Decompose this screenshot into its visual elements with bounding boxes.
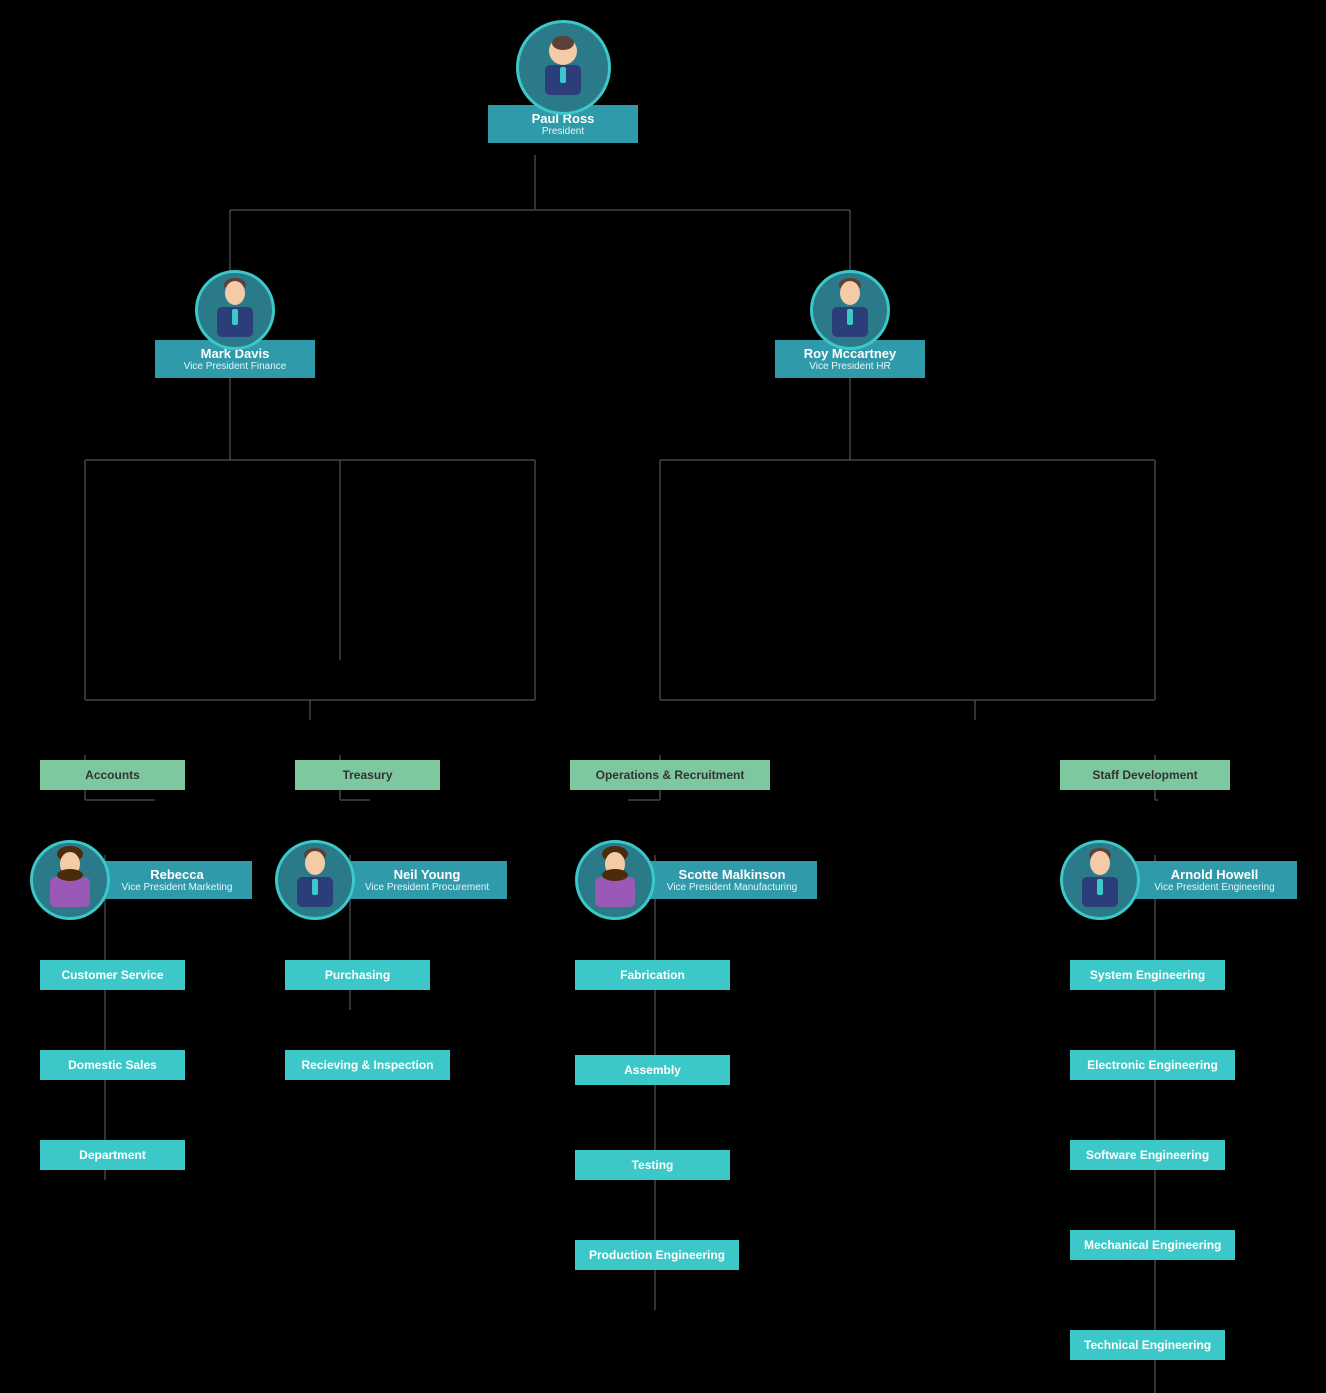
dept-testing: Testing [575, 1150, 730, 1180]
avatar-neil [275, 840, 355, 920]
avatar-icon-paul [533, 33, 593, 103]
dept-technical-engineering: Technical Engineering [1070, 1330, 1225, 1360]
person-scotte-malkinson: Scotte Malkinson Vice President Manufact… [575, 840, 817, 920]
dept-receiving-inspection: Recieving & Inspection [285, 1050, 450, 1080]
arnold-name: Arnold Howell [1144, 867, 1285, 882]
person-rebecca: Rebecca Vice President Marketing [30, 840, 252, 920]
neil-name: Neil Young [359, 867, 495, 882]
person-paul-ross: Paul Ross President [488, 20, 638, 143]
roy-title: Vice President HR [787, 361, 913, 372]
person-neil-young: Neil Young Vice President Procurement [275, 840, 507, 920]
dept-mechanical-engineering: Mechanical Engineering [1070, 1230, 1235, 1260]
avatar-scotte [575, 840, 655, 920]
scotte-title: Vice President Manufacturing [659, 882, 805, 893]
neil-label: Neil Young Vice President Procurement [347, 861, 507, 899]
dept-customer-service: Customer Service [40, 960, 185, 990]
avatar-rebecca [30, 840, 110, 920]
connector-lines [0, 0, 1326, 1393]
person-arnold-howell: Arnold Howell Vice President Engineering [1060, 840, 1297, 920]
person-mark-davis: Mark Davis Vice President Finance [155, 270, 315, 378]
avatar-roy [810, 270, 890, 350]
avatar-icon-roy [820, 275, 880, 345]
dept-treasury: Treasury [295, 760, 440, 790]
arnold-label: Arnold Howell Vice President Engineering [1132, 861, 1297, 899]
dept-electronic-engineering: Electronic Engineering [1070, 1050, 1235, 1080]
mark-title: Vice President Finance [167, 361, 303, 372]
rebecca-label: Rebecca Vice President Marketing [102, 861, 252, 899]
neil-title: Vice President Procurement [359, 882, 495, 893]
dept-operations: Operations & Recruitment [570, 760, 770, 790]
dept-software-engineering: Software Engineering [1070, 1140, 1225, 1170]
dept-system-engineering: System Engineering [1070, 960, 1225, 990]
person-roy-mccartney: Roy Mccartney Vice President HR [775, 270, 925, 378]
arnold-title: Vice President Engineering [1144, 882, 1285, 893]
rebecca-name: Rebecca [114, 867, 240, 882]
avatar-arnold [1060, 840, 1140, 920]
dept-purchasing: Purchasing [285, 960, 430, 990]
avatar-icon-scotte [585, 845, 645, 915]
paul-title: President [500, 126, 626, 137]
dept-assembly: Assembly [575, 1055, 730, 1085]
scotte-label: Scotte Malkinson Vice President Manufact… [647, 861, 817, 899]
avatar-icon-rebecca [40, 845, 100, 915]
dept-production-engineering: Production Engineering [575, 1240, 739, 1270]
dept-staff-development: Staff Development [1060, 760, 1230, 790]
avatar-icon-arnold [1070, 845, 1130, 915]
rebecca-title: Vice President Marketing [114, 882, 240, 893]
avatar-paul [516, 20, 611, 115]
avatar-icon-mark [205, 275, 265, 345]
avatar-mark [195, 270, 275, 350]
org-chart: Paul Ross President Mark Davis Vice Pres… [0, 0, 1326, 1393]
dept-domestic-sales: Domestic Sales [40, 1050, 185, 1080]
avatar-icon-neil [285, 845, 345, 915]
dept-accounts: Accounts [40, 760, 185, 790]
dept-department: Department [40, 1140, 185, 1170]
dept-fabrication: Fabrication [575, 960, 730, 990]
scotte-name: Scotte Malkinson [659, 867, 805, 882]
